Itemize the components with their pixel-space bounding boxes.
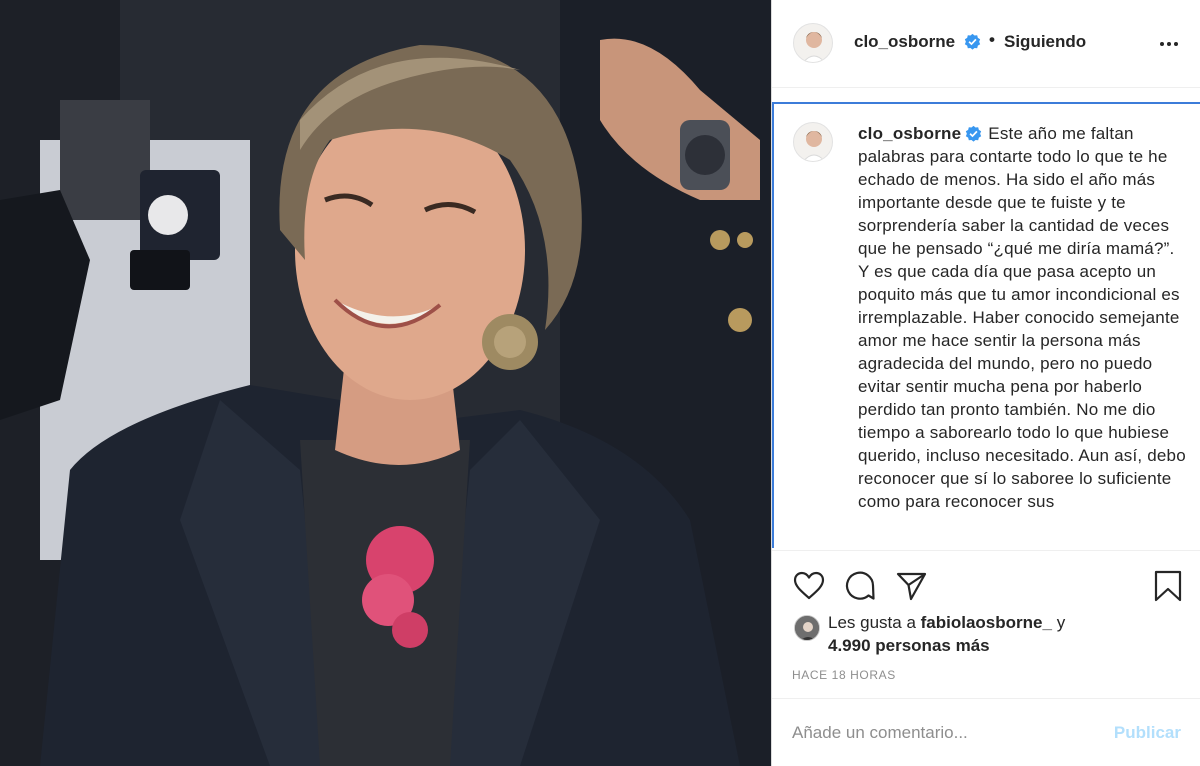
post-side-panel: clo_osborne • Siguiendo clo_osborne Este …: [771, 0, 1200, 766]
post-header: clo_osborne • Siguiendo: [772, 0, 1200, 88]
post-timestamp[interactable]: HACE 18 HORAS: [792, 668, 896, 682]
verified-badge-icon: [964, 33, 981, 50]
more-options-icon[interactable]: [1157, 32, 1181, 56]
likes-connector: y: [1056, 613, 1066, 632]
liker-avatar[interactable]: [794, 615, 820, 641]
post-caption: clo_osborne Este año me faltan palabras p…: [858, 122, 1190, 513]
likes-summary: Les gusta a fabiolaosborne_ y 4.990 pers…: [828, 611, 1178, 657]
following-button[interactable]: Siguiendo: [1004, 32, 1086, 52]
caption-username[interactable]: clo_osborne: [858, 124, 982, 143]
likes-count-link[interactable]: 4.990 personas más: [828, 636, 990, 655]
caption-author-avatar[interactable]: [793, 122, 833, 162]
author-avatar[interactable]: [793, 23, 833, 63]
verified-badge-icon: [965, 125, 982, 142]
author-username[interactable]: clo_osborne: [854, 32, 981, 52]
paper-plane-icon[interactable]: [894, 569, 928, 603]
caption-username-text[interactable]: clo_osborne: [858, 124, 961, 143]
post-photo: [0, 0, 771, 766]
bookmark-icon[interactable]: [1152, 569, 1186, 603]
author-username-text[interactable]: clo_osborne: [854, 32, 955, 51]
likes-prefix: Les gusta a: [828, 613, 916, 632]
caption-text: Este año me faltan palabras para contart…: [858, 124, 1186, 511]
comments-scroll-area[interactable]: clo_osborne Este año me faltan palabras p…: [772, 102, 1200, 548]
comment-bubble-icon[interactable]: [843, 569, 877, 603]
liker-username[interactable]: fabiolaosborne_: [921, 613, 1052, 632]
comment-input[interactable]: [792, 717, 1092, 749]
add-comment-row: Publicar: [772, 698, 1200, 766]
publish-button[interactable]: Publicar: [1114, 723, 1181, 743]
header-separator: •: [989, 30, 995, 49]
heart-icon[interactable]: [792, 569, 826, 603]
